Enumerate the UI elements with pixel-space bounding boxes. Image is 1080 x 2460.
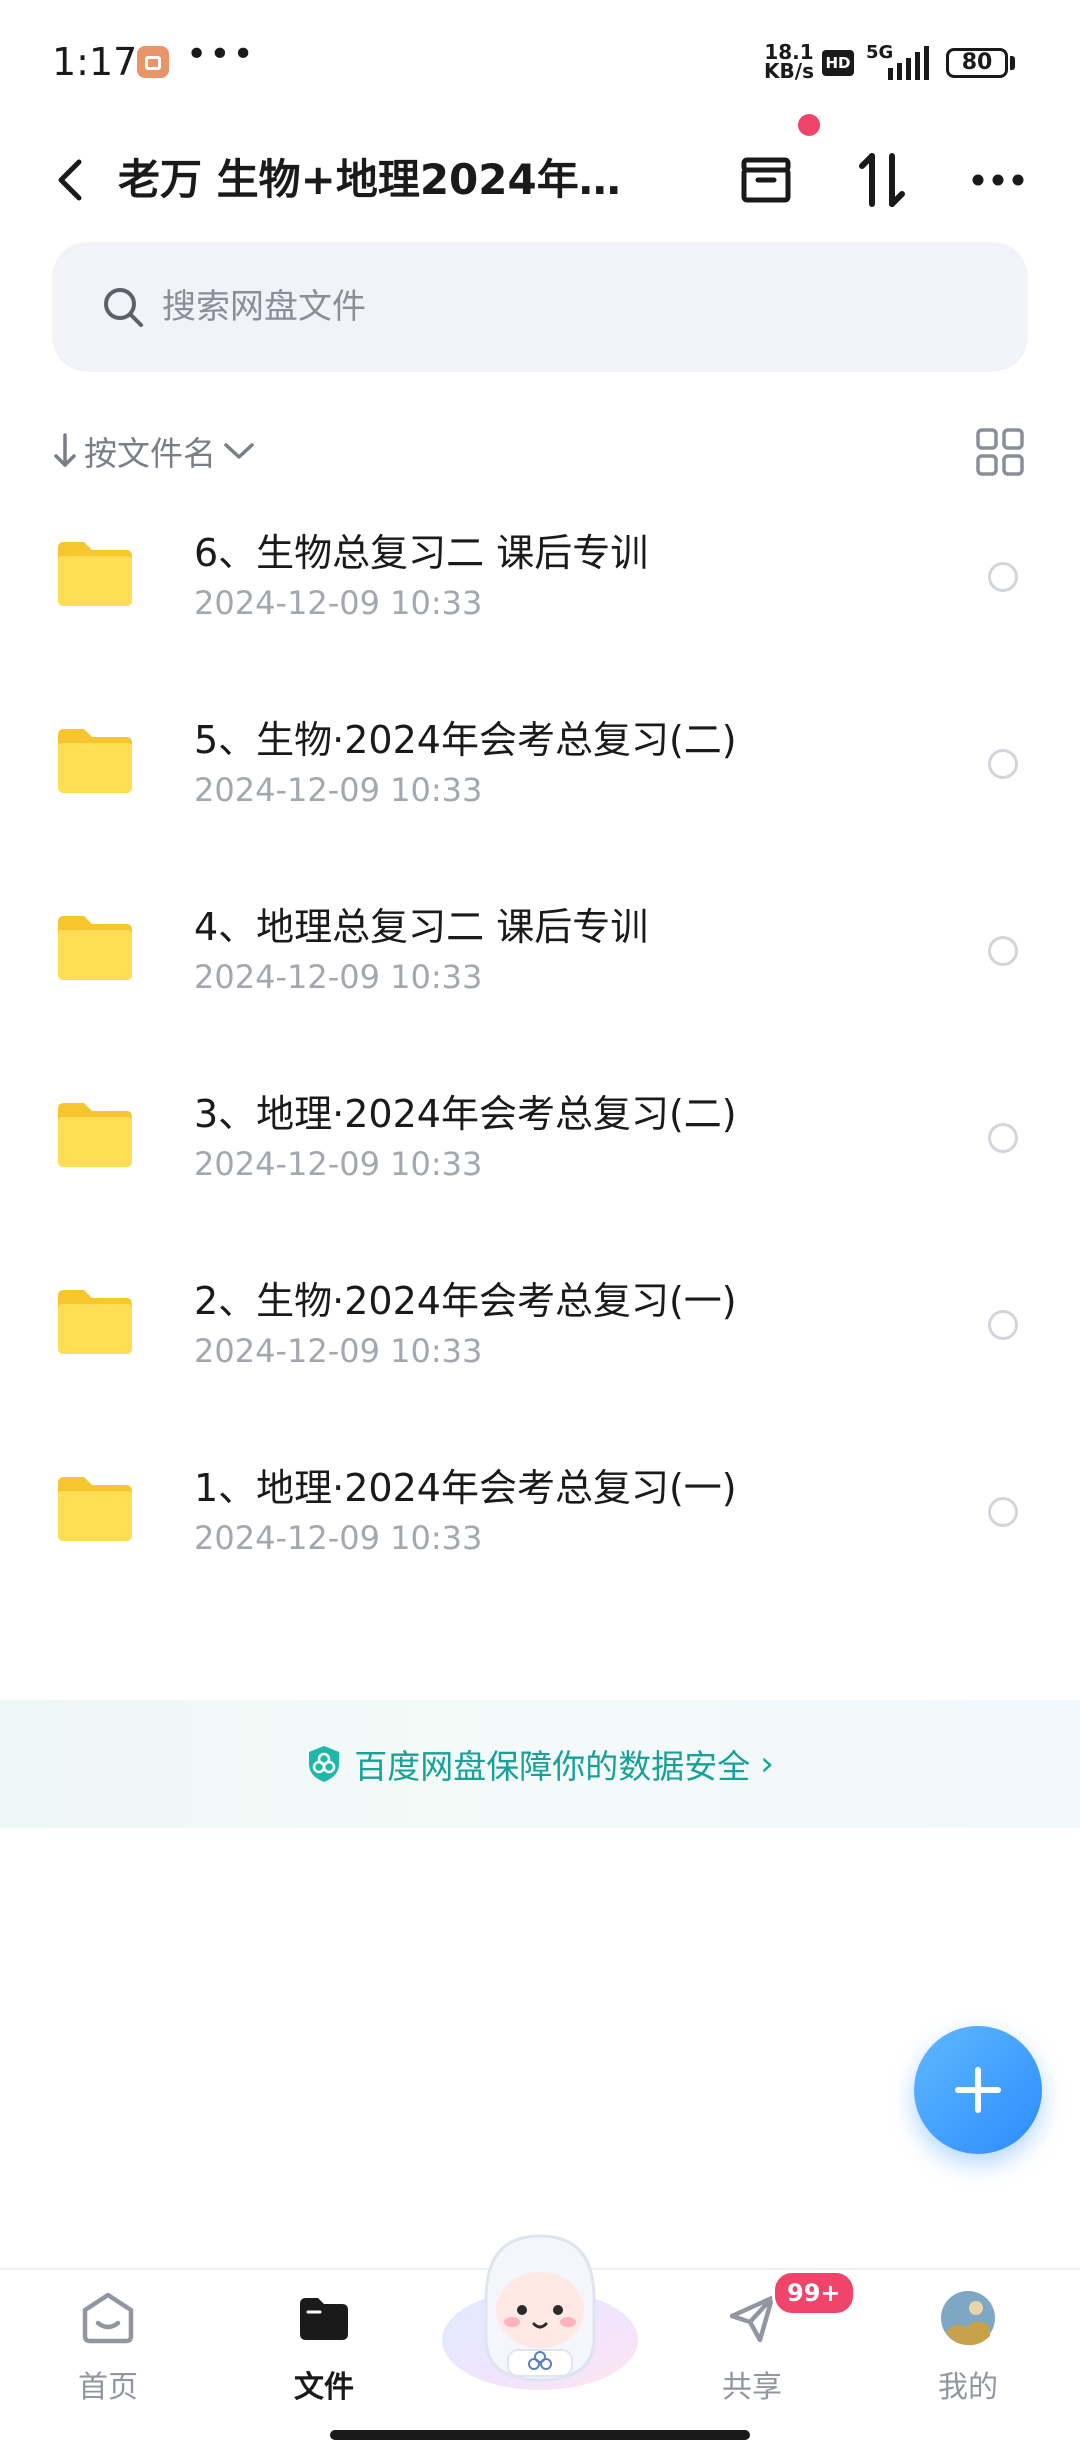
file-modified-date: 2024-12-09 10:33 <box>194 1332 483 1370</box>
file-row[interactable]: 5、生物·2024年会考总复习(二) 2024-12-09 10:33 <box>0 667 1080 854</box>
network-speed: 18.1 KB/s <box>762 42 816 83</box>
file-name: 4、地理总复习二 课后专训 <box>194 905 649 949</box>
more-notifications-icon: ••• <box>186 34 256 75</box>
more-options-button[interactable] <box>958 140 1038 220</box>
sort-arrows-icon <box>859 153 905 207</box>
sort-label: 按文件名 <box>84 434 216 473</box>
archive-box-icon <box>741 157 791 203</box>
select-radio[interactable] <box>988 1310 1018 1340</box>
file-name: 5、生物·2024年会考总复习(二) <box>194 718 737 762</box>
notification-dot <box>798 114 820 136</box>
status-bar: 1:17 ••• 18.1 KB/s HD 5G 80 <box>0 0 1080 128</box>
shield-icon <box>309 1746 340 1782</box>
file-row[interactable]: 4、地理总复习二 课后专训 2024-12-09 10:33 <box>0 854 1080 1041</box>
arrow-down-icon <box>54 433 76 467</box>
notification-app-icon <box>137 46 169 78</box>
folder-icon <box>58 1103 132 1167</box>
sort-row: 按文件名 <box>52 418 1028 484</box>
file-modified-date: 2024-12-09 10:33 <box>194 958 483 996</box>
add-button[interactable] <box>914 2026 1042 2154</box>
select-radio[interactable] <box>988 1497 1018 1527</box>
avatar-icon <box>941 2291 995 2346</box>
more-horizontal-icon <box>972 174 1024 186</box>
folder-icon <box>58 542 132 606</box>
chevron-down-icon <box>224 443 254 459</box>
tab-files[interactable]: 文件 <box>246 2270 396 2420</box>
file-name: 3、地理·2024年会考总复习(二) <box>194 1092 737 1136</box>
chevron-left-icon <box>58 159 82 201</box>
tab-files-label: 文件 <box>294 2370 354 2405</box>
status-time: 1:17 <box>52 40 138 84</box>
folder-icon <box>58 1290 132 1354</box>
security-banner[interactable]: 百度网盘保障你的数据安全 › <box>0 1700 1080 1828</box>
tab-me[interactable]: 我的 <box>890 2270 1040 2420</box>
tab-share-label: 共享 <box>722 2370 782 2405</box>
file-name: 1、地理·2024年会考总复习(一) <box>194 1466 737 1510</box>
home-icon <box>82 2292 134 2344</box>
folder-icon <box>58 916 132 980</box>
tab-home-label: 首页 <box>78 2370 138 2405</box>
signal-strength-icon <box>888 46 929 80</box>
ai-assistant-mascot-icon[interactable] <box>438 2210 642 2400</box>
file-modified-date: 2024-12-09 10:33 <box>194 1519 483 1557</box>
network-speed-unit: KB/s <box>764 59 814 83</box>
select-radio[interactable] <box>988 749 1018 779</box>
plus-icon <box>955 2067 1001 2113</box>
file-row[interactable]: 1、地理·2024年会考总复习(一) 2024-12-09 10:33 <box>0 1415 1080 1602</box>
sort-by-name-button[interactable]: 按文件名 <box>52 418 256 484</box>
folder-icon <box>58 1477 132 1541</box>
transfer-list-button[interactable] <box>726 140 806 220</box>
file-row[interactable]: 2、生物·2024年会考总复习(一) 2024-12-09 10:33 <box>0 1228 1080 1415</box>
page-title: 老万 生物+地理2024年… <box>118 155 621 204</box>
file-browser-screen: 1:17 ••• 18.1 KB/s HD 5G 80 老万 生物+地理2024… <box>0 0 1080 2460</box>
back-button[interactable] <box>40 146 100 214</box>
sort-order-button[interactable] <box>842 140 922 220</box>
search-input[interactable]: 搜索网盘文件 <box>52 242 1028 372</box>
security-banner-text: 百度网盘保障你的数据安全 <box>354 1747 751 1786</box>
hd-voice-icon: HD <box>822 50 854 76</box>
select-radio[interactable] <box>988 1123 1018 1153</box>
search-icon <box>104 288 143 327</box>
battery-tip <box>1010 56 1015 70</box>
search-placeholder: 搜索网盘文件 <box>162 287 366 327</box>
file-modified-date: 2024-12-09 10:33 <box>194 1145 483 1183</box>
battery-icon: 80 <box>946 48 1008 78</box>
share-badge: 99+ <box>772 2270 856 2316</box>
file-name: 2、生物·2024年会考总复习(一) <box>194 1279 737 1323</box>
select-radio[interactable] <box>988 936 1018 966</box>
tab-home[interactable]: 首页 <box>30 2270 180 2420</box>
file-row[interactable]: 3、地理·2024年会考总复习(二) 2024-12-09 10:33 <box>0 1041 1080 1228</box>
header: 老万 生物+地理2024年… <box>0 114 1080 232</box>
file-list: 6、生物总复习二 课后专训 2024-12-09 10:33 5、生物·2024… <box>0 480 1080 1602</box>
home-indicator[interactable] <box>330 2430 750 2440</box>
tab-me-label: 我的 <box>938 2370 998 2405</box>
file-name: 6、生物总复习二 课后专训 <box>194 531 649 575</box>
file-modified-date: 2024-12-09 10:33 <box>194 771 483 809</box>
grid-view-icon[interactable] <box>972 424 1028 480</box>
chevron-right-icon: › <box>760 1744 774 1784</box>
file-row[interactable]: 6、生物总复习二 课后专训 2024-12-09 10:33 <box>0 480 1080 667</box>
folder-icon <box>58 729 132 793</box>
file-modified-date: 2024-12-09 10:33 <box>194 584 483 622</box>
select-radio[interactable] <box>988 562 1018 592</box>
folder-icon <box>300 2298 348 2340</box>
